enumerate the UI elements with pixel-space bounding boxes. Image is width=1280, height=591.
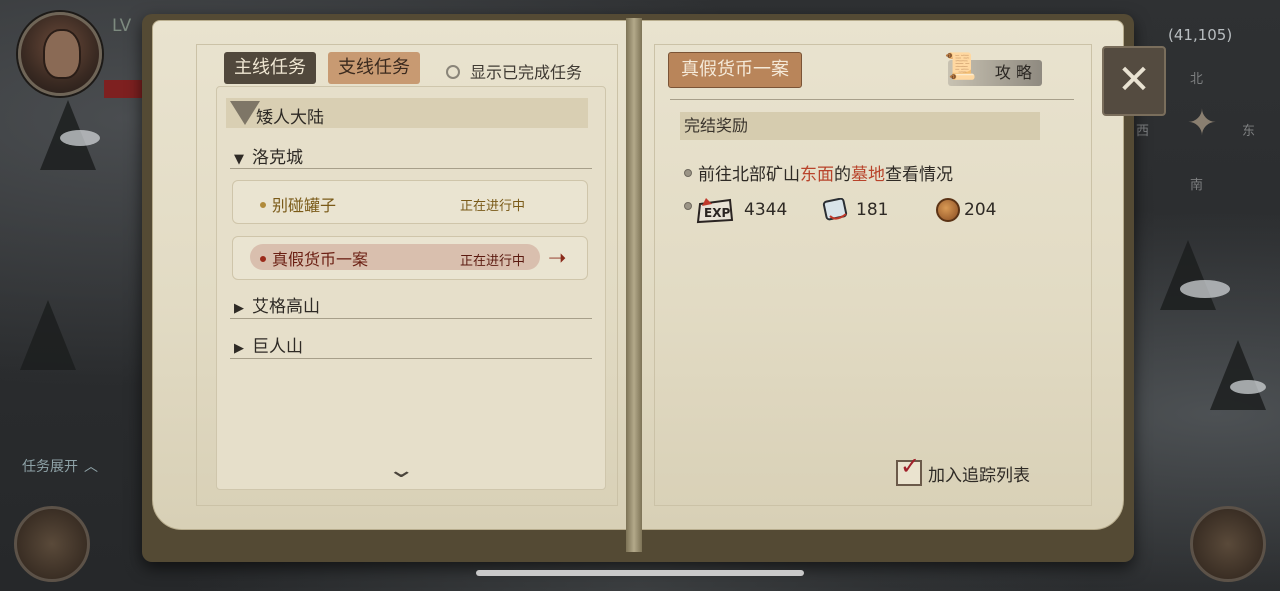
book-spine — [626, 18, 642, 552]
pine-tree — [1210, 340, 1266, 410]
city-label: 洛克城 — [252, 148, 303, 168]
player-avatar[interactable] — [18, 12, 102, 96]
compass-rose-icon: ✦ — [1186, 103, 1218, 144]
quest-name-text: 别碰罐子 — [272, 196, 337, 215]
snow-patch — [60, 130, 100, 146]
radio-icon[interactable] — [446, 65, 460, 79]
show-completed-label: 显示已完成任务 — [470, 63, 583, 82]
compass-west: 西 — [1136, 124, 1150, 139]
home-house-button[interactable] — [1190, 506, 1266, 582]
group-label: 巨人山 — [252, 337, 303, 357]
city-group-lokecheng[interactable]: ▼ 洛克城 — [234, 143, 303, 168]
bullet-icon — [684, 202, 692, 210]
checkmark-icon: ✓ — [900, 452, 921, 480]
quest-objective: 前往北部矿山东面的墓地查看情况 — [684, 160, 953, 185]
divider — [230, 358, 592, 359]
group-aigegaoshan[interactable]: ▶ 艾格高山 — [234, 292, 320, 317]
card-value: 181 — [856, 200, 889, 220]
arrow-right-icon: ➝ — [548, 246, 567, 271]
divider — [230, 168, 592, 169]
scroll-icon: 📜 — [944, 52, 977, 82]
quest-name: 真假货币一案 — [260, 246, 368, 270]
triangle-down-icon: ▼ — [234, 152, 244, 167]
track-label: 加入追踪列表 — [928, 466, 1030, 486]
checkbox[interactable]: ✓ — [896, 452, 922, 486]
snow-patch — [1180, 280, 1230, 298]
exp-value: 4344 — [744, 200, 788, 220]
bullet-icon — [260, 256, 266, 262]
task-expand-label: 任务展开 — [22, 459, 78, 475]
task-expand-button[interactable]: 任务展开 ︿ — [22, 456, 98, 476]
objective-highlight: 东面 — [800, 165, 834, 185]
compass-east: 东 — [1242, 124, 1256, 139]
group-jurenshan[interactable]: ▶ 巨人山 — [234, 332, 303, 357]
reward-header: 完结奖励 — [680, 112, 1040, 140]
chevron-up-icon: ︿ — [84, 459, 98, 475]
tab-side-quests[interactable]: 支线任务 — [328, 52, 420, 84]
level-label: LV — [112, 16, 132, 36]
quest-title: 真假货币一案 — [668, 52, 802, 88]
close-button[interactable]: ✕ — [1102, 46, 1166, 116]
objective-text: 前往北部矿山 — [698, 165, 800, 185]
objective-text: 的 — [834, 165, 851, 185]
triangle-right-icon: ▶ — [234, 341, 244, 356]
close-icon: ✕ — [1117, 57, 1151, 103]
chevron-down-icon[interactable]: ⌄ — [386, 458, 416, 483]
pine-tree — [1160, 240, 1216, 310]
snow-patch — [1230, 380, 1266, 394]
map-coordinates: (41,105) — [1168, 26, 1233, 44]
quest-status: 正在进行中 — [460, 254, 526, 269]
divider — [670, 99, 1074, 100]
show-completed-toggle[interactable]: 显示已完成任务 — [446, 59, 582, 83]
quest-name: 别碰罐子 — [260, 192, 336, 216]
svg-text:EXP: EXP — [704, 206, 730, 220]
region-label: 矮人大陆 — [256, 108, 324, 128]
coin-icon — [936, 198, 960, 222]
coin-value: 204 — [964, 200, 997, 220]
add-to-tracking-toggle[interactable]: ✓ 加入追踪列表 — [896, 452, 1030, 486]
objective-text: 查看情况 — [885, 165, 953, 185]
home-indicator[interactable] — [476, 570, 804, 576]
quest-status: 正在进行中 — [460, 199, 526, 214]
avatar-face — [43, 29, 81, 79]
bullet-icon — [684, 169, 692, 177]
bullet-icon — [260, 202, 266, 208]
quest-name-text: 真假货币一案 — [272, 250, 369, 269]
objective-highlight: 墓地 — [851, 165, 885, 185]
divider — [230, 318, 592, 319]
tab-main-quests[interactable]: 主线任务 — [224, 52, 316, 84]
bottom-left-round-button[interactable] — [14, 506, 90, 582]
compass-north: 北 — [1190, 72, 1204, 87]
guide-label: 攻 略 — [994, 63, 1032, 82]
pine-tree — [20, 300, 76, 370]
group-label: 艾格高山 — [252, 297, 320, 317]
compass-south: 南 — [1190, 178, 1204, 193]
triangle-right-icon: ▶ — [234, 301, 244, 316]
card-icon — [822, 198, 848, 221]
exp-icon: EXP — [696, 198, 734, 224]
